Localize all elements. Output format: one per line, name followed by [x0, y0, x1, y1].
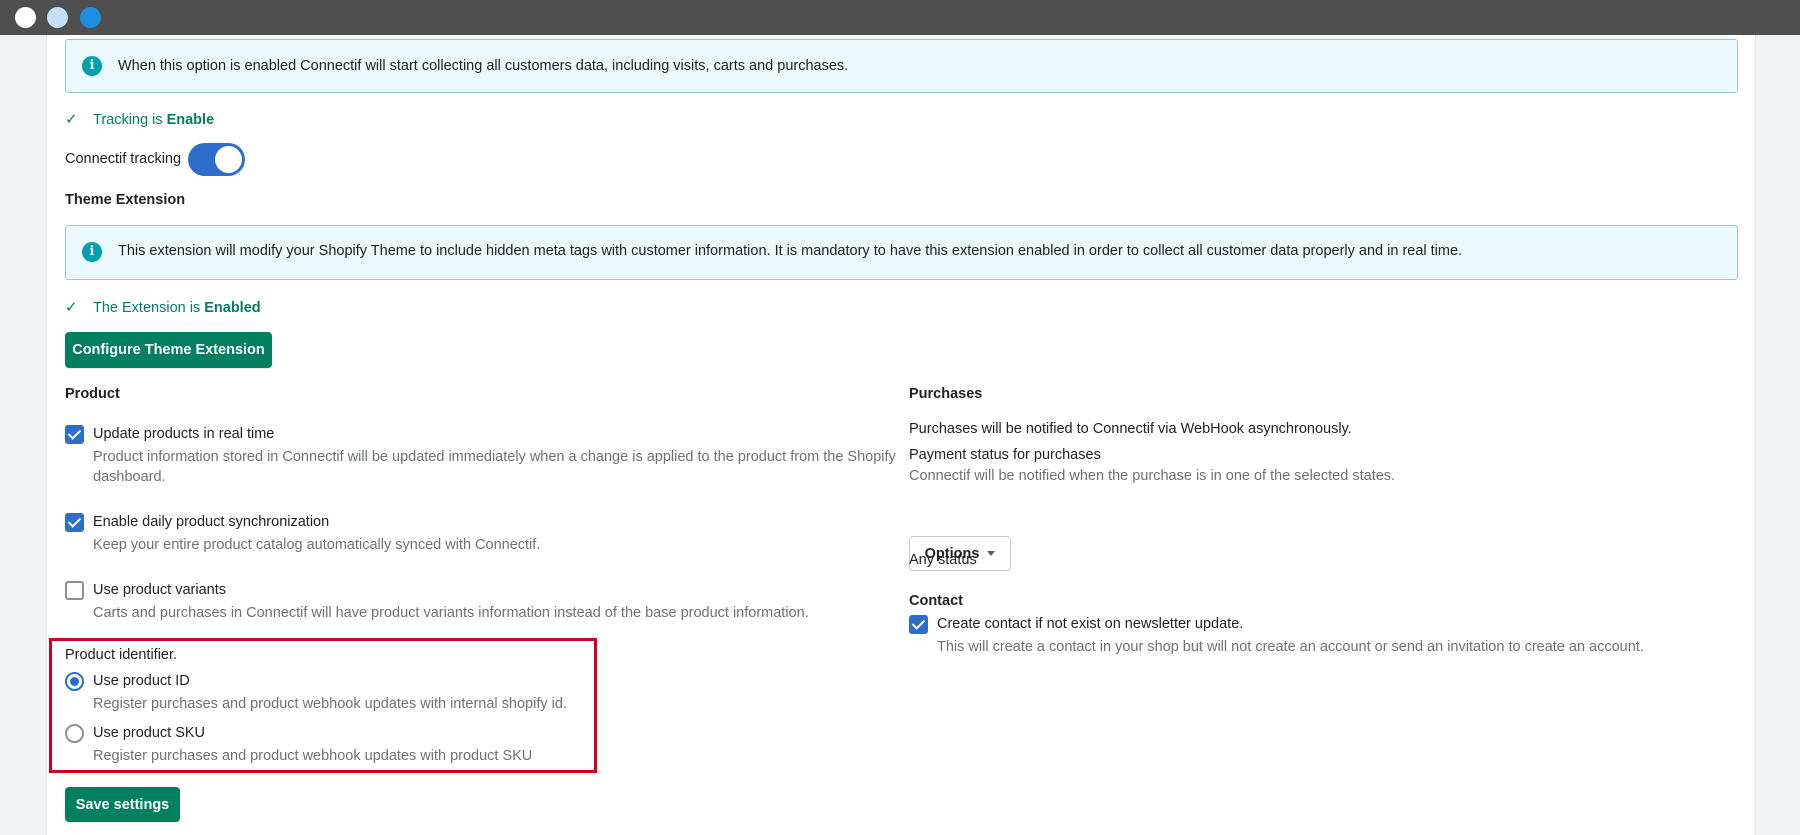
configure-theme-extension-button[interactable]: Configure Theme Extension [65, 332, 272, 368]
contact-heading: Contact [909, 593, 963, 609]
tracking-status-value: Enable [166, 112, 215, 128]
info-icon: i [82, 56, 102, 76]
use-product-sku-radio[interactable] [65, 724, 84, 743]
checkmark-icon: ✓ [65, 111, 78, 128]
tracking-banner-text: When this option is enabled Connectif wi… [118, 58, 849, 74]
tracking-status-prefix: Tracking is [93, 112, 163, 128]
update-realtime-checkbox[interactable] [65, 425, 84, 444]
settings-card: i When this option is enabled Connectif … [46, 35, 1756, 835]
window-titlebar [0, 0, 1800, 35]
payment-status-help: Connectif will be notified when the purc… [909, 468, 1396, 484]
daily-sync-checkbox[interactable] [65, 513, 84, 532]
extension-status-value: Enabled [204, 300, 261, 316]
tracking-status: ✓ Tracking is Enable [65, 110, 214, 128]
connectif-tracking-label: Connectif tracking [65, 151, 182, 167]
product-variants-checkbox[interactable] [65, 581, 84, 600]
create-contact-label: Create contact if not exist on newslette… [937, 616, 1244, 632]
theme-extension-banner-text: This extension will modify your Shopify … [118, 243, 1463, 259]
update-realtime-label: Update products in real time [93, 426, 275, 442]
purchases-description: Purchases will be notified to Connectif … [909, 421, 1352, 437]
use-product-id-label: Use product ID [93, 673, 190, 689]
window-close-dot[interactable] [15, 7, 36, 28]
extension-status: ✓ The Extension is Enabled [65, 298, 261, 316]
extension-status-prefix: The Extension is [93, 300, 201, 316]
window-maximize-dot[interactable] [80, 7, 101, 28]
product-heading: Product [65, 386, 120, 402]
daily-sync-label: Enable daily product synchronization [93, 514, 330, 530]
use-product-sku-help: Register purchases and product webhook u… [93, 748, 533, 764]
info-icon: i [82, 242, 102, 262]
save-settings-button[interactable]: Save settings [65, 787, 180, 822]
theme-extension-info-banner: i This extension will modify your Shopif… [65, 225, 1738, 280]
create-contact-help: This will create a contact in your shop … [937, 639, 1644, 655]
product-variants-label: Use product variants [93, 582, 226, 598]
use-product-id-radio[interactable] [65, 672, 84, 691]
update-realtime-help: Product information stored in Connectif … [93, 449, 896, 485]
daily-sync-help: Keep your entire product catalog automat… [93, 537, 541, 553]
tracking-info-banner: i When this option is enabled Connectif … [65, 39, 1738, 93]
product-variants-help: Carts and purchases in Connectif will ha… [93, 605, 809, 621]
payment-status-label: Payment status for purchases [909, 447, 1101, 463]
purchases-heading: Purchases [909, 386, 983, 402]
checkmark-icon: ✓ [65, 299, 78, 316]
create-contact-checkbox[interactable] [909, 615, 928, 634]
window-minimize-dot[interactable] [47, 7, 68, 28]
product-identifier-heading: Product identifier. [65, 647, 178, 663]
theme-extension-heading: Theme Extension [65, 192, 186, 208]
connectif-tracking-toggle[interactable] [188, 143, 245, 176]
selected-payment-status: Any status [909, 552, 977, 568]
use-product-id-help: Register purchases and product webhook u… [93, 696, 567, 712]
caret-down-icon [987, 551, 996, 557]
use-product-sku-label: Use product SKU [93, 725, 206, 741]
toggle-knob [215, 146, 242, 173]
